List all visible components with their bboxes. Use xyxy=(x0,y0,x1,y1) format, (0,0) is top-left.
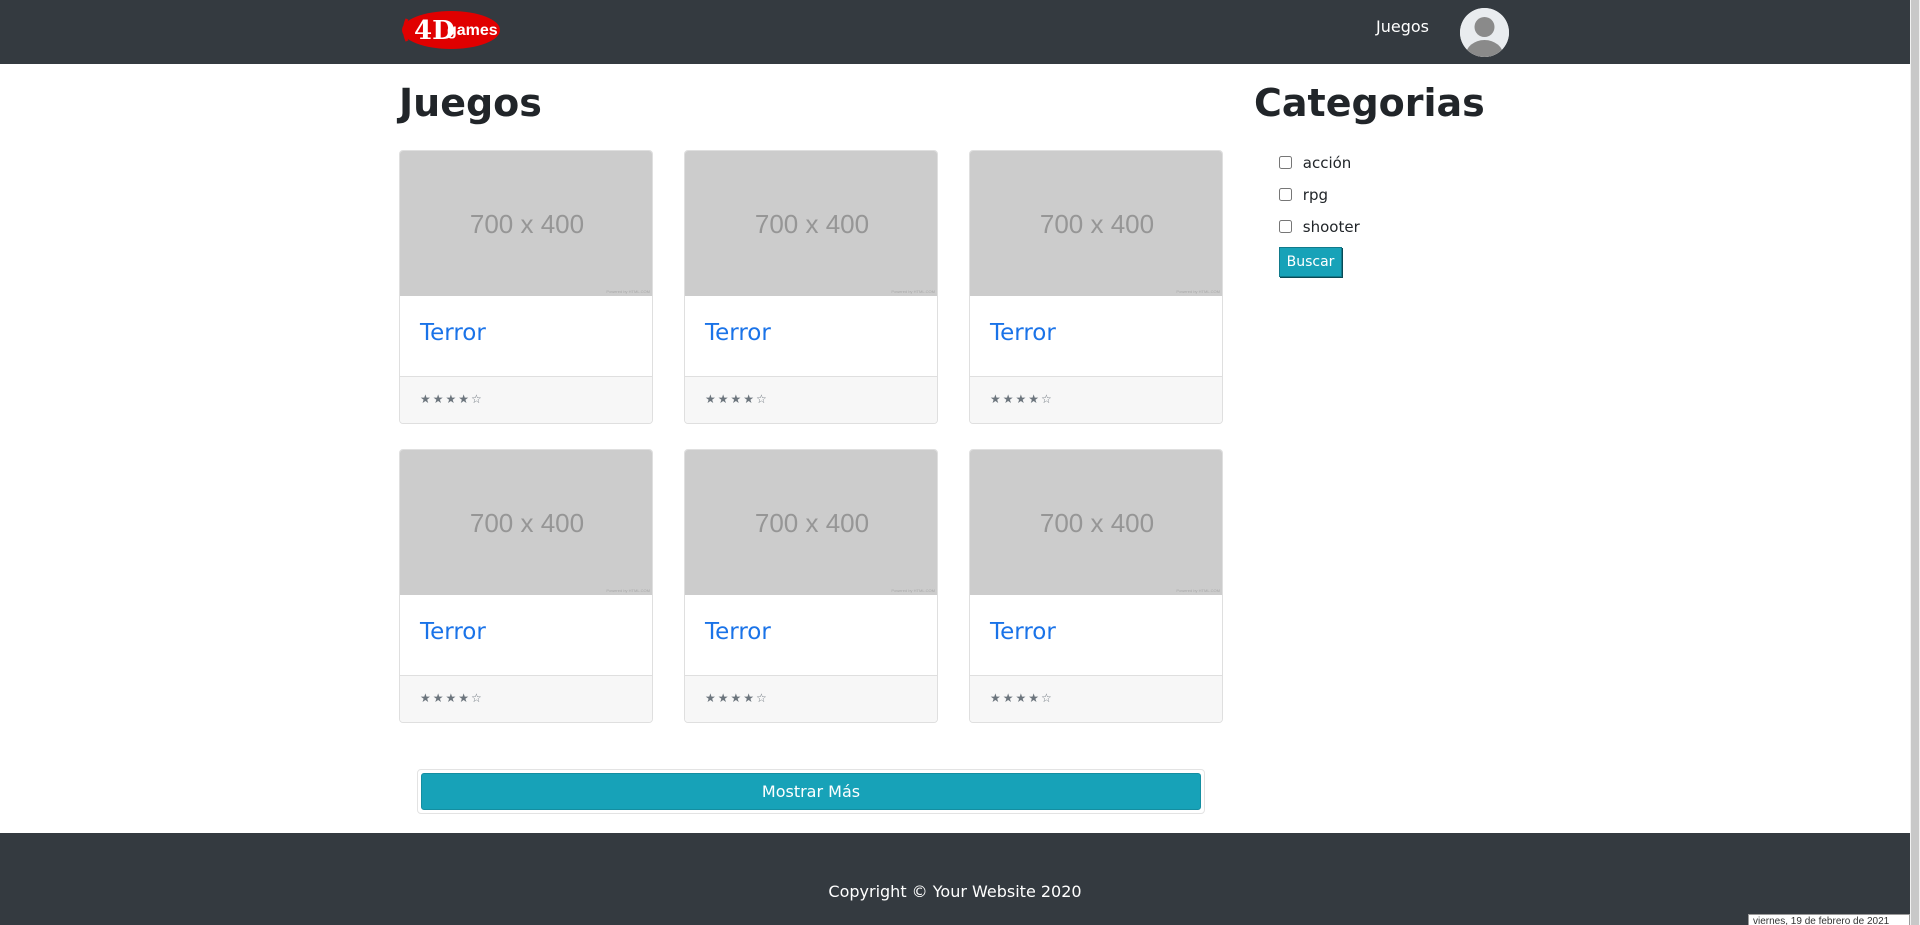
game-thumbnail[interactable]: 700 x 400 Powered by HTML.COM xyxy=(970,450,1222,595)
category-checkbox-rpg[interactable] xyxy=(1279,188,1292,201)
game-card: 700 x 400 Powered by HTML.COM Terror ★★★★☆ xyxy=(969,449,1223,723)
game-title-link[interactable]: Terror xyxy=(420,617,486,647)
game-card: 700 x 400 Powered by HTML.COM Terror ★★★★☆ xyxy=(684,150,938,424)
thumbnail-credit: Powered by HTML.COM xyxy=(891,588,935,593)
card-footer: ★★★★☆ xyxy=(970,675,1222,722)
thumbnail-placeholder-label: 700 x 400 xyxy=(754,209,870,239)
game-card: 700 x 400 Powered by HTML.COM Terror ★★★★☆ xyxy=(969,150,1223,424)
categories-title: Categorias xyxy=(1254,81,1485,125)
user-avatar[interactable] xyxy=(1460,8,1509,57)
thumbnail-placeholder-label: 700 x 400 xyxy=(754,508,870,538)
game-title-link[interactable]: Terror xyxy=(705,318,771,348)
category-label: shooter xyxy=(1302,218,1360,236)
game-card: 700 x 400 Powered by HTML.COM Terror ★★★★☆ xyxy=(684,449,938,723)
game-card: 700 x 400 Powered by HTML.COM Terror ★★★★☆ xyxy=(399,449,653,723)
star-rating: ★★★★☆ xyxy=(990,392,1054,406)
card-footer: ★★★★☆ xyxy=(400,675,652,722)
brand-logo[interactable]: 4D games xyxy=(401,10,501,50)
search-button[interactable]: Buscar xyxy=(1279,247,1342,277)
game-title-link[interactable]: Terror xyxy=(990,617,1056,647)
card-footer: ★★★★☆ xyxy=(685,376,937,423)
brand-logo-icon: 4D games xyxy=(402,11,500,49)
nav-link-juegos[interactable]: Juegos xyxy=(1376,17,1429,37)
thumbnail-placeholder-label: 700 x 400 xyxy=(1039,508,1155,538)
category-checkbox-shooter[interactable] xyxy=(1279,220,1292,233)
game-card: 700 x 400 Powered by HTML.COM Terror ★★★★☆ xyxy=(399,150,653,424)
card-footer: ★★★★☆ xyxy=(685,675,937,722)
card-footer: ★★★★☆ xyxy=(970,376,1222,423)
thumbnail-credit: Powered by HTML.COM xyxy=(1176,289,1220,294)
date-tooltip: viernes, 19 de febrero de 2021 xyxy=(1748,914,1910,925)
show-more-container: Mostrar Más xyxy=(417,769,1205,814)
vertical-scrollbar-thumb[interactable] xyxy=(1911,0,1919,925)
thumbnail-credit: Powered by HTML.COM xyxy=(606,588,650,593)
thumbnail-placeholder-label: 700 x 400 xyxy=(469,209,585,239)
thumbnail-credit: Powered by HTML.COM xyxy=(1176,588,1220,593)
logo-word: games xyxy=(447,22,498,39)
star-rating: ★★★★☆ xyxy=(705,691,769,705)
user-avatar-icon xyxy=(1460,8,1509,57)
category-option-rpg[interactable]: rpg xyxy=(1279,186,1328,204)
game-thumbnail[interactable]: 700 x 400 Powered by HTML.COM xyxy=(685,151,937,296)
game-title-link[interactable]: Terror xyxy=(705,617,771,647)
thumbnail-placeholder-label: 700 x 400 xyxy=(469,508,585,538)
star-rating: ★★★★☆ xyxy=(420,392,484,406)
top-navbar: 4D games Juegos xyxy=(0,0,1910,64)
game-thumbnail[interactable]: 700 x 400 Powered by HTML.COM xyxy=(685,450,937,595)
star-rating: ★★★★☆ xyxy=(990,691,1054,705)
page-title: Juegos xyxy=(399,81,542,125)
game-thumbnail[interactable]: 700 x 400 Powered by HTML.COM xyxy=(400,450,652,595)
copyright-text: Copyright © Your Website 2020 xyxy=(828,882,1082,901)
game-title-link[interactable]: Terror xyxy=(990,318,1056,348)
thumbnail-credit: Powered by HTML.COM xyxy=(891,289,935,294)
category-option-shooter[interactable]: shooter xyxy=(1279,218,1360,236)
star-rating: ★★★★☆ xyxy=(705,392,769,406)
game-thumbnail[interactable]: 700 x 400 Powered by HTML.COM xyxy=(970,151,1222,296)
star-rating: ★★★★☆ xyxy=(420,691,484,705)
category-checkbox-accion[interactable] xyxy=(1279,156,1292,169)
game-thumbnail[interactable]: 700 x 400 Powered by HTML.COM xyxy=(400,151,652,296)
page-footer: Copyright © Your Website 2020 xyxy=(0,833,1910,925)
thumbnail-placeholder-label: 700 x 400 xyxy=(1039,209,1155,239)
game-title-link[interactable]: Terror xyxy=(420,318,486,348)
category-label: acción xyxy=(1302,154,1352,172)
show-more-button[interactable]: Mostrar Más xyxy=(421,773,1201,810)
thumbnail-credit: Powered by HTML.COM xyxy=(606,289,650,294)
category-option-accion[interactable]: acción xyxy=(1279,154,1351,172)
card-footer: ★★★★☆ xyxy=(400,376,652,423)
category-label: rpg xyxy=(1302,186,1328,204)
